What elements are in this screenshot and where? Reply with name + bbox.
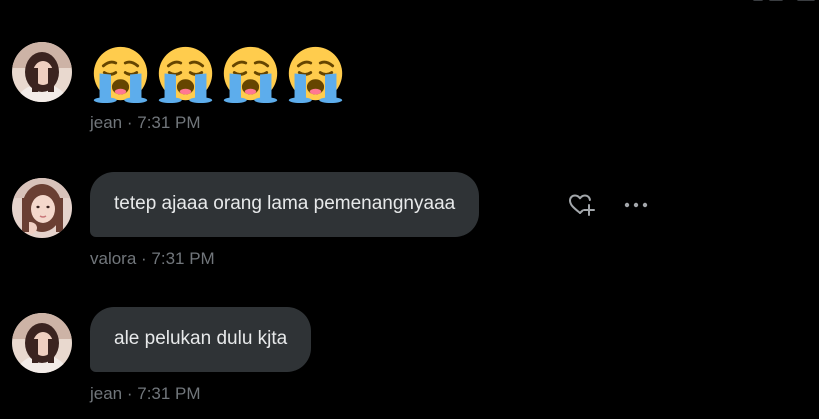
message-bubble[interactable]: ale pelukan dulu kjta (90, 307, 312, 372)
message-meta: jean · 7:31 PM (90, 384, 201, 403)
more-button[interactable] (618, 190, 654, 220)
message-meta: valora · 7:31 PM (90, 249, 215, 268)
crying-emoji-icon (158, 46, 213, 104)
heart-plus-icon (569, 194, 595, 216)
previous-message-remnant (739, 0, 819, 4)
crying-emoji-icon (93, 46, 148, 104)
avatar-jean[interactable] (12, 313, 72, 373)
message-meta: jean · 7:31 PM (90, 113, 201, 132)
crying-emoji-icon (288, 46, 343, 104)
avatar-jean[interactable] (12, 42, 72, 102)
emoji-row (90, 43, 346, 104)
message-bubble[interactable]: tetep ajaaa orang lama pemenangnyaaa (90, 172, 480, 237)
react-button[interactable] (565, 190, 599, 220)
avatar-valora[interactable] (12, 178, 72, 238)
crying-emoji-icon (223, 46, 278, 104)
more-icon (624, 202, 648, 208)
